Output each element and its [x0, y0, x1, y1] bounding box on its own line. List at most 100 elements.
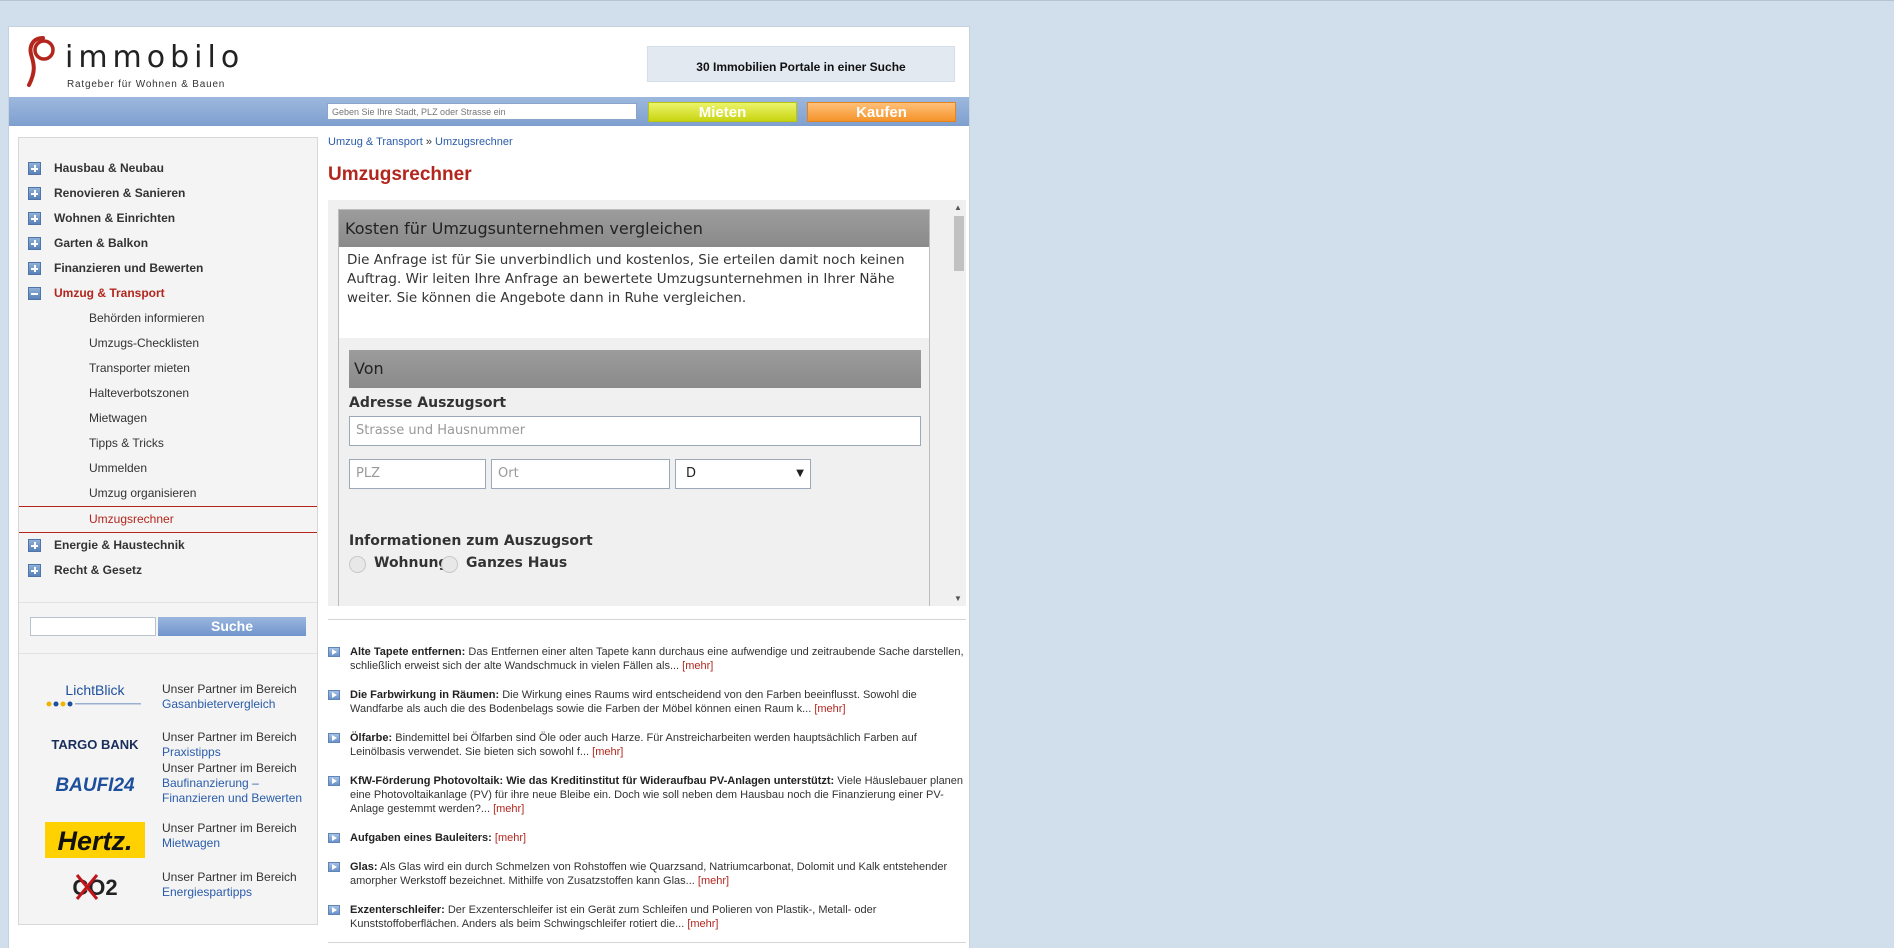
- collapse-minus-icon[interactable]: [28, 287, 41, 300]
- targobank-logo[interactable]: TARGO BANK: [45, 726, 145, 762]
- expand-plus-icon[interactable]: [28, 564, 41, 577]
- partner-baufi24: BAUFI24 Unser Partner im Bereich Baufinan…: [19, 761, 317, 810]
- hertz-logo[interactable]: Hertz.: [45, 822, 145, 858]
- plz-input[interactable]: PLZ: [349, 459, 486, 489]
- street-input[interactable]: Strasse und Hausnummer: [349, 416, 921, 446]
- list-item: Alte Tapete entfernen: Das Entfernen ein…: [328, 645, 966, 673]
- mieten-button[interactable]: Mieten: [648, 102, 797, 122]
- sidebar-subitem-label: Transporter mieten: [89, 361, 190, 375]
- more-link[interactable]: [mehr]: [682, 660, 713, 672]
- partner-link-baufinanzierung[interactable]: Baufinanzierung – Finanzieren und Bewert…: [162, 776, 302, 805]
- sidebar-item-energie[interactable]: Energie & Haustechnik: [19, 533, 317, 558]
- article-teaser-list: Alte Tapete entfernen: Das Entfernen ein…: [328, 645, 966, 946]
- arrow-bullet-icon: [328, 647, 340, 657]
- sidebar-item-finanzieren[interactable]: Finanzieren und Bewerten: [19, 256, 317, 281]
- sidebar-subitem-behoerden[interactable]: Behörden informieren: [19, 306, 317, 331]
- breadcrumb-link-umzugsrechner[interactable]: Umzugsrechner: [435, 136, 513, 148]
- frame-scrollbar[interactable]: ▲ ▼: [951, 200, 966, 606]
- article-title[interactable]: Alte Tapete entfernen:: [350, 646, 465, 658]
- portal-promo-banner[interactable]: 30 Immobilien Portale in einer Suche: [647, 46, 955, 82]
- sidebar-subitem-mietwagen[interactable]: Mietwagen: [19, 406, 317, 431]
- list-item: Exzenterschleifer: Der Exzenterschleifer…: [328, 903, 966, 931]
- article-title[interactable]: Ölfarbe:: [350, 732, 392, 744]
- ort-input[interactable]: Ort: [491, 459, 670, 489]
- radio-wohnung-label[interactable]: Wohnung: [374, 555, 448, 571]
- sidebar-subitem-label: Umzug organisieren: [89, 486, 197, 500]
- more-link[interactable]: [mehr]: [495, 832, 526, 844]
- sidebar-subitem-organisieren[interactable]: Umzug organisieren: [19, 481, 317, 506]
- more-link[interactable]: [mehr]: [814, 703, 845, 715]
- article-text: Als Glas wird ein durch Schmelzen von Ro…: [350, 861, 948, 887]
- dropdown-arrow-icon: ▼: [796, 468, 804, 479]
- sidebar-nav: Hausbau & Neubau Renovieren & Sanieren W…: [19, 156, 317, 583]
- sidebar-item-wohnen[interactable]: Wohnen & Einrichten: [19, 206, 317, 231]
- list-item: Ölfarbe: Bindemittel bei Ölfarben sind Ö…: [328, 731, 966, 759]
- sidebar-item-label: Finanzieren und Bewerten: [54, 261, 204, 275]
- content-divider: [328, 619, 966, 620]
- more-link[interactable]: [mehr]: [592, 746, 623, 758]
- expand-plus-icon[interactable]: [28, 262, 41, 275]
- article-title[interactable]: Die Farbwirkung in Räumen:: [350, 689, 499, 701]
- lichtblick-logo[interactable]: LichtBlick: [45, 678, 145, 714]
- info-label: Informationen zum Auszugsort: [349, 533, 593, 549]
- radio-ganzes-haus[interactable]: [441, 556, 458, 573]
- expand-plus-icon[interactable]: [28, 162, 41, 175]
- sidebar-item-recht[interactable]: Recht & Gesetz: [19, 558, 317, 583]
- partner-link-mietwagen[interactable]: Mietwagen: [162, 836, 220, 850]
- section-von-heading: Von: [349, 350, 921, 388]
- sidebar-subitem-label: Umzugs-Checklisten: [89, 336, 200, 350]
- expand-plus-icon[interactable]: [28, 187, 41, 200]
- country-select[interactable]: D ▼: [675, 459, 811, 489]
- radio-ganzes-haus-label[interactable]: Ganzes Haus: [466, 555, 567, 571]
- logo-wordmark: immobilo: [65, 40, 245, 75]
- sidebar-item-renovieren[interactable]: Renovieren & Sanieren: [19, 181, 317, 206]
- sidebar-subitem-tipps[interactable]: Tipps & Tricks: [19, 431, 317, 456]
- article-title[interactable]: Aufgaben eines Bauleiters:: [350, 832, 492, 844]
- arrow-bullet-icon: [328, 733, 340, 743]
- scroll-up-arrow-icon[interactable]: ▲: [954, 203, 962, 212]
- sidebar-search-button[interactable]: Suche: [158, 617, 306, 636]
- sidebar-item-garten[interactable]: Garten & Balkon: [19, 231, 317, 256]
- sidebar-subitem-transporter[interactable]: Transporter mieten: [19, 356, 317, 381]
- sidebar-subitem-umzugsrechner[interactable]: Umzugsrechner: [19, 506, 317, 533]
- partner-text: Unser Partner im Bereich Baufinanzierung …: [162, 761, 303, 805]
- article-title[interactable]: KfW-Förderung Photovoltaik: Wie das Kred…: [350, 775, 834, 787]
- article-title[interactable]: Exzenterschleifer:: [350, 904, 445, 916]
- site-logo[interactable]: immobilo Ratgeber für Wohnen & Bauen: [25, 35, 239, 93]
- more-link[interactable]: [mehr]: [698, 875, 729, 887]
- partner-link-gasanbieter[interactable]: Gasanbietervergleich: [162, 697, 275, 711]
- breadcrumb-link-umzug[interactable]: Umzug & Transport: [328, 136, 423, 148]
- more-link[interactable]: [mehr]: [687, 918, 718, 930]
- partner-link-energiespartipps[interactable]: Energiespartipps: [162, 885, 252, 899]
- sidebar-subitem-halteverbot[interactable]: Halteverbotszonen: [19, 381, 317, 406]
- expand-plus-icon[interactable]: [28, 237, 41, 250]
- sidebar-subitem-label: Halteverbotszonen: [89, 386, 190, 400]
- sidebar-item-label: Recht & Gesetz: [54, 563, 143, 577]
- partner-link-praxistipps[interactable]: Praxistipps: [162, 745, 221, 759]
- page-container: immobilo Ratgeber für Wohnen & Bauen 30 …: [8, 26, 970, 948]
- co2-logo[interactable]: CO2: [45, 868, 145, 904]
- sidebar-item-hausbau[interactable]: Hausbau & Neubau: [19, 156, 317, 181]
- sidebar-subitem-label: Ummelden: [89, 461, 148, 475]
- expand-plus-icon[interactable]: [28, 212, 41, 225]
- baufi24-logo[interactable]: BAUFI24: [45, 766, 145, 802]
- sidebar-search-input[interactable]: [30, 617, 156, 636]
- moving-calculator-frame: Kosten für Umzugsunternehmen vergleichen…: [328, 200, 966, 606]
- arrow-bullet-icon: [328, 690, 340, 700]
- kaufen-button[interactable]: Kaufen: [807, 102, 956, 122]
- expand-plus-icon[interactable]: [28, 539, 41, 552]
- radio-wohnung[interactable]: [349, 556, 366, 573]
- location-search-input[interactable]: [327, 103, 637, 120]
- arrow-bullet-icon: [328, 776, 340, 786]
- sidebar-subitem-ummelden[interactable]: Ummelden: [19, 456, 317, 481]
- scrollbar-thumb[interactable]: [954, 216, 964, 271]
- list-item: Glas: Als Glas wird ein durch Schmelzen …: [328, 860, 966, 888]
- more-link[interactable]: [mehr]: [493, 803, 524, 815]
- sidebar-subitem-checklisten[interactable]: Umzugs-Checklisten: [19, 331, 317, 356]
- scroll-down-arrow-icon[interactable]: ▼: [954, 594, 962, 603]
- partner-text: Unser Partner im Bereich Praxistipps: [162, 730, 297, 759]
- sidebar-item-label: Hausbau & Neubau: [54, 161, 165, 175]
- article-title[interactable]: Glas:: [350, 861, 378, 873]
- map-pin-icon: [27, 36, 55, 87]
- sidebar-item-umzug[interactable]: Umzug & Transport: [19, 281, 317, 306]
